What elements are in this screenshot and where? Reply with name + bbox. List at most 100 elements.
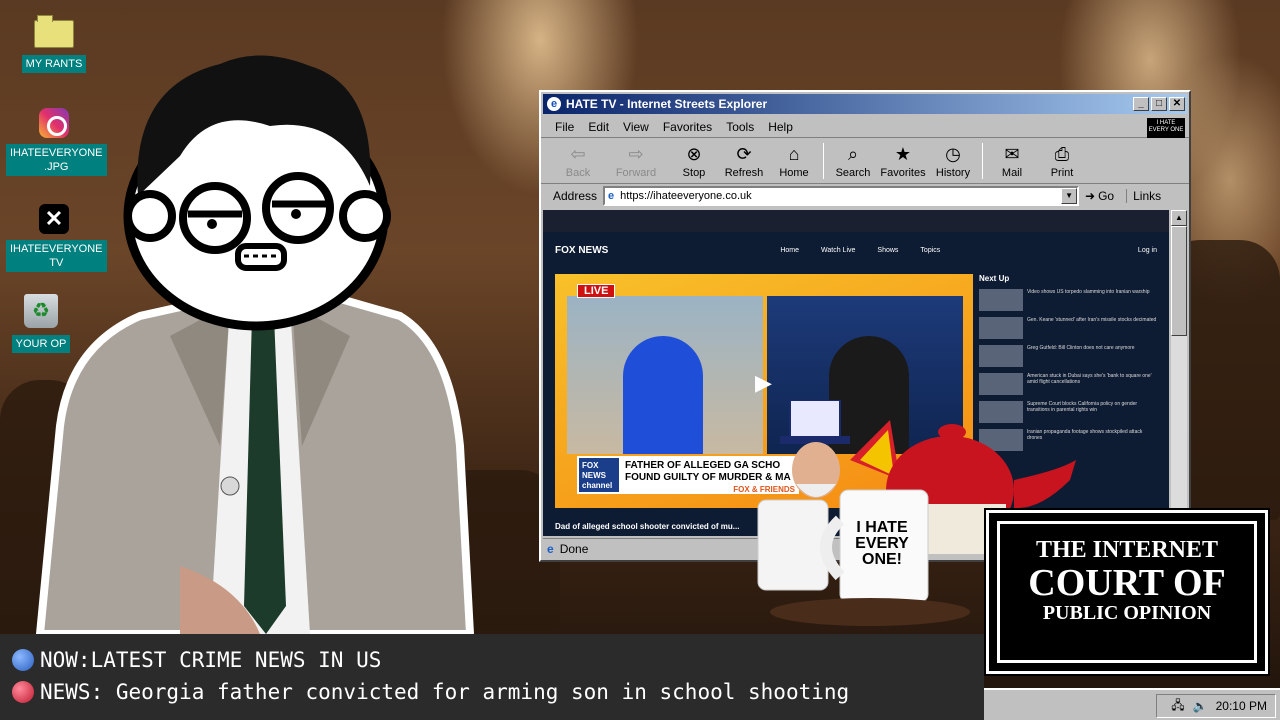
list-item[interactable]: Gen. Keane 'stunned' after Iran's missil… [979,317,1159,339]
court-sign: THE INTERNET COURT OF PUBLIC OPINION [984,508,1270,676]
nav-shows[interactable]: Shows [877,247,898,254]
minimize-button[interactable]: _ [1133,97,1149,111]
site-nav: FOX NEWS Home Watch Live Shows Topics Lo… [543,232,1169,268]
address-label: Address [553,189,598,203]
site-logo[interactable]: FOX NEWS [555,245,608,256]
window-title: HATE TV - Internet Streets Explorer [566,97,768,111]
address-bar: Address e https://ihateeveryone.co.uk ▼ … [541,184,1189,208]
video-thumbnail [979,289,1023,311]
stop-button[interactable]: ⊗ Stop [669,143,719,179]
history-icon: ◷ [945,144,961,164]
search-button[interactable]: ⌕ Search [828,143,878,179]
menu-view[interactable]: View [623,120,649,134]
live-badge: LIVE [577,284,616,298]
next-up-heading: Next Up [979,274,1010,283]
maximize-button[interactable]: □ [1151,97,1167,111]
ticker-line-1: NOW:LATEST CRIME NEWS IN US [40,648,382,672]
login-link[interactable]: Log in [1138,247,1157,254]
scroll-thumb[interactable] [1171,226,1187,336]
toolbar-separator [823,143,824,179]
search-label: Search [835,167,871,179]
forward-label: Forward [615,167,657,179]
nav-watch-live[interactable]: Watch Live [821,247,855,254]
channel-logo: FOX NEWS channel [579,458,619,492]
video-thumbnail [979,373,1023,395]
ticker-line-2: NEWS: Georgia father convicted for armin… [40,680,850,704]
menu-bar: File Edit View Favorites Tools Help I HA… [541,116,1189,138]
back-arrow-icon: ⇦ [570,144,586,164]
address-input[interactable]: e https://ihateeveryone.co.uk ▼ [603,186,1080,206]
refresh-icon: ⟳ [736,144,752,164]
list-item-title: Greg Gutfeld: Bill Clinton does not care… [1027,345,1135,351]
search-icon: ⌕ [847,144,859,164]
list-item-title: Gen. Keane 'stunned' after Iran's missil… [1027,317,1157,323]
video-thumbnail [979,345,1023,367]
print-button[interactable]: ⎙ Print [1037,143,1087,179]
video-thumbnail [979,317,1023,339]
list-item-title: American stuck in Dubai says she's 'bank… [1027,373,1152,385]
favorites-button[interactable]: ★ Favorites [878,143,928,179]
clock[interactable]: 20:10 PM [1216,699,1267,713]
forward-arrow-icon: ⇨ [628,144,644,164]
printer-icon: ⎙ [1054,144,1070,164]
cartoon-character-illustration [35,55,475,634]
taskbar: 🖧 🔈 20:10 PM [984,688,1280,720]
menu-favorites[interactable]: Favorites [663,120,712,134]
ie-page-icon: e [608,190,615,202]
mail-icon: ✉ [1004,144,1020,164]
refresh-label: Refresh [724,167,764,179]
history-label: History [935,167,971,179]
print-label: Print [1050,167,1074,179]
list-item-title: Video shows US torpedo slamming into Ira… [1027,289,1150,295]
ie-page-icon: e [547,541,554,556]
favorites-folder-icon: ★ [894,144,912,164]
menu-help[interactable]: Help [768,120,793,134]
list-item[interactable]: American stuck in Dubai says she's 'bank… [979,373,1159,395]
address-dropdown-button[interactable]: ▼ [1061,188,1078,204]
nav-home[interactable]: Home [780,247,799,254]
news-ticker: NOW:LATEST CRIME NEWS IN US NEWS: Georgi… [0,634,984,720]
volume-icon[interactable]: 🔈 [1193,699,1208,713]
go-arrow-icon: ➜ [1085,189,1096,203]
window-titlebar[interactable]: e HATE TV - Internet Streets Explorer _ … [543,94,1187,114]
refresh-button[interactable]: ⟳ Refresh [719,143,769,179]
toolbar: ⇦ Back ⇨ Forward ⊗ Stop ⟳ Refresh ⌂ Home ⌕ Sea… [541,138,1189,184]
brand-badge: I HATE EVERY ONE [1147,118,1185,138]
stop-label: Stop [682,167,706,179]
ie-icon: e [547,97,561,111]
address-url: https://ihateeveryone.co.uk [620,190,752,202]
system-tray: 🖧 🔈 20:10 PM [1156,694,1276,718]
menu-file[interactable]: File [555,120,574,134]
red-dot-icon [12,681,34,703]
forward-button[interactable]: ⇨ Forward [603,143,669,179]
play-icon[interactable]: ▶ [755,370,772,396]
browser-inner-tab-strip [543,210,1169,232]
list-item[interactable]: Greg Gutfeld: Bill Clinton does not care… [979,345,1159,367]
go-label: Go [1098,189,1115,203]
menu-tools[interactable]: Tools [726,120,754,134]
favorites-label: Favorites [880,167,926,179]
home-icon: ⌂ [788,144,800,164]
home-button[interactable]: ⌂ Home [769,143,819,179]
go-button[interactable]: ➜ Go [1085,189,1114,203]
history-button[interactable]: ◷ History [928,143,978,179]
video-title[interactable]: Dad of alleged school shooter convicted … [555,522,739,531]
menu-edit[interactable]: Edit [588,120,609,134]
toolbar-separator [982,143,983,179]
folder-icon [34,15,74,48]
close-button[interactable]: ✕ [1169,97,1185,111]
links-button[interactable]: Links [1126,189,1161,203]
back-button[interactable]: ⇦ Back [553,143,603,179]
status-text: Done [559,541,589,556]
anchor-figure [623,336,703,454]
list-item[interactable]: Video shows US torpedo slamming into Ira… [979,289,1159,311]
back-label: Back [565,167,591,179]
ticker-row: NEWS: Georgia father convicted for armin… [12,680,849,704]
vertical-scrollbar[interactable]: ▲ [1171,210,1187,536]
mail-label: Mail [1001,167,1023,179]
scroll-up-arrow[interactable]: ▲ [1171,210,1187,226]
network-icon[interactable]: 🖧 [1171,696,1184,717]
mail-button[interactable]: ✉ Mail [987,143,1037,179]
nav-topics[interactable]: Topics [920,247,940,254]
home-label: Home [779,167,809,179]
